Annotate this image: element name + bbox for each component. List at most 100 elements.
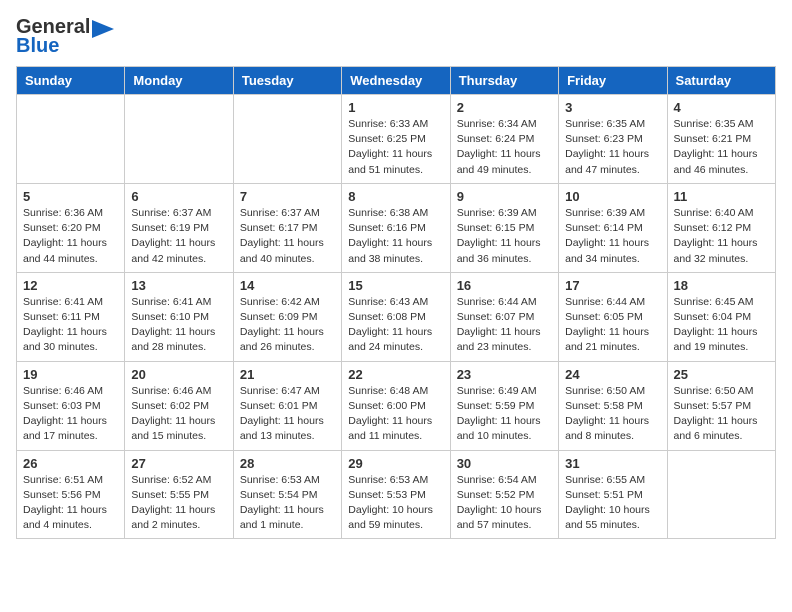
day-number: 31 bbox=[565, 456, 660, 471]
day-number: 10 bbox=[565, 189, 660, 204]
day-number: 1 bbox=[348, 100, 443, 115]
day-number: 2 bbox=[457, 100, 552, 115]
calendar-cell: 23 Sunrise: 6:49 AM Sunset: 5:59 PM Dayli… bbox=[450, 361, 558, 450]
day-info: Sunrise: 6:46 AM Sunset: 6:03 PM Dayligh… bbox=[23, 384, 118, 445]
day-info: Sunrise: 6:34 AM Sunset: 6:24 PM Dayligh… bbox=[457, 117, 552, 178]
calendar-cell: 15 Sunrise: 6:43 AM Sunset: 6:08 PM Dayli… bbox=[342, 272, 450, 361]
day-info: Sunrise: 6:47 AM Sunset: 6:01 PM Dayligh… bbox=[240, 384, 335, 445]
calendar-cell: 31 Sunrise: 6:55 AM Sunset: 5:51 PM Dayli… bbox=[559, 450, 667, 539]
day-number: 22 bbox=[348, 367, 443, 382]
calendar-cell: 19 Sunrise: 6:46 AM Sunset: 6:03 PM Dayli… bbox=[17, 361, 125, 450]
day-info: Sunrise: 6:55 AM Sunset: 5:51 PM Dayligh… bbox=[565, 473, 660, 534]
calendar-week-row: 26Sunrise: 6:51 AM Sunset: 5:56 PM Dayli… bbox=[17, 450, 776, 539]
calendar-cell: 10 Sunrise: 6:39 AM Sunset: 6:14 PM Dayli… bbox=[559, 183, 667, 272]
weekday-header-tuesday: Tuesday bbox=[233, 67, 341, 95]
calendar-cell: 5Sunrise: 6:36 AM Sunset: 6:20 PM Daylig… bbox=[17, 183, 125, 272]
day-number: 16 bbox=[457, 278, 552, 293]
day-number: 24 bbox=[565, 367, 660, 382]
day-number: 20 bbox=[131, 367, 226, 382]
day-info: Sunrise: 6:50 AM Sunset: 5:58 PM Dayligh… bbox=[565, 384, 660, 445]
day-info: Sunrise: 6:33 AM Sunset: 6:25 PM Dayligh… bbox=[348, 117, 443, 178]
day-number: 19 bbox=[23, 367, 118, 382]
calendar-cell: 30 Sunrise: 6:54 AM Sunset: 5:52 PM Dayli… bbox=[450, 450, 558, 539]
day-number: 8 bbox=[348, 189, 443, 204]
day-info: Sunrise: 6:54 AM Sunset: 5:52 PM Dayligh… bbox=[457, 473, 552, 534]
calendar-week-row: 12 Sunrise: 6:41 AM Sunset: 6:11 PM Dayli… bbox=[17, 272, 776, 361]
day-info: Sunrise: 6:36 AM Sunset: 6:20 PM Dayligh… bbox=[23, 206, 118, 267]
day-number: 18 bbox=[674, 278, 769, 293]
day-number: 29 bbox=[348, 456, 443, 471]
day-info: Sunrise: 6:46 AM Sunset: 6:02 PM Dayligh… bbox=[131, 384, 226, 445]
day-number: 9 bbox=[457, 189, 552, 204]
day-info: Sunrise: 6:43 AM Sunset: 6:08 PM Dayligh… bbox=[348, 295, 443, 356]
day-info: Sunrise: 6:35 AM Sunset: 6:23 PM Dayligh… bbox=[565, 117, 660, 178]
calendar-cell: 21 Sunrise: 6:47 AM Sunset: 6:01 PM Dayli… bbox=[233, 361, 341, 450]
calendar-week-row: 19 Sunrise: 6:46 AM Sunset: 6:03 PM Dayli… bbox=[17, 361, 776, 450]
day-info: Sunrise: 6:39 AM Sunset: 6:14 PM Dayligh… bbox=[565, 206, 660, 267]
day-number: 14 bbox=[240, 278, 335, 293]
day-number: 26 bbox=[23, 456, 118, 471]
day-number: 6 bbox=[131, 189, 226, 204]
page-header: General Blue bbox=[16, 16, 776, 58]
day-info: Sunrise: 6:45 AM Sunset: 6:04 PM Dayligh… bbox=[674, 295, 769, 356]
calendar-cell: 13 Sunrise: 6:41 AM Sunset: 6:10 PM Dayli… bbox=[125, 272, 233, 361]
day-info: Sunrise: 6:40 AM Sunset: 6:12 PM Dayligh… bbox=[674, 206, 769, 267]
weekday-header-monday: Monday bbox=[125, 67, 233, 95]
day-info: Sunrise: 6:42 AM Sunset: 6:09 PM Dayligh… bbox=[240, 295, 335, 356]
calendar-cell: 17 Sunrise: 6:44 AM Sunset: 6:05 PM Dayli… bbox=[559, 272, 667, 361]
day-number: 17 bbox=[565, 278, 660, 293]
calendar-cell: 4 Sunrise: 6:35 AM Sunset: 6:21 PM Daylig… bbox=[667, 95, 775, 184]
weekday-header-thursday: Thursday bbox=[450, 67, 558, 95]
day-number: 27 bbox=[131, 456, 226, 471]
day-info: Sunrise: 6:48 AM Sunset: 6:00 PM Dayligh… bbox=[348, 384, 443, 445]
day-number: 25 bbox=[674, 367, 769, 382]
calendar-cell: 9Sunrise: 6:39 AM Sunset: 6:15 PM Daylig… bbox=[450, 183, 558, 272]
calendar-cell: 14 Sunrise: 6:42 AM Sunset: 6:09 PM Dayli… bbox=[233, 272, 341, 361]
day-info: Sunrise: 6:37 AM Sunset: 6:19 PM Dayligh… bbox=[131, 206, 226, 267]
weekday-header-wednesday: Wednesday bbox=[342, 67, 450, 95]
logo: General Blue bbox=[16, 16, 114, 58]
calendar-cell: 6 Sunrise: 6:37 AM Sunset: 6:19 PM Daylig… bbox=[125, 183, 233, 272]
day-number: 30 bbox=[457, 456, 552, 471]
day-number: 28 bbox=[240, 456, 335, 471]
day-number: 15 bbox=[348, 278, 443, 293]
calendar-week-row: 1 Sunrise: 6:33 AM Sunset: 6:25 PM Daylig… bbox=[17, 95, 776, 184]
calendar-cell: 24 Sunrise: 6:50 AM Sunset: 5:58 PM Dayli… bbox=[559, 361, 667, 450]
calendar-cell: 22 Sunrise: 6:48 AM Sunset: 6:00 PM Dayli… bbox=[342, 361, 450, 450]
day-info: Sunrise: 6:53 AM Sunset: 5:53 PM Dayligh… bbox=[348, 473, 443, 534]
day-number: 7 bbox=[240, 189, 335, 204]
day-info: Sunrise: 6:50 AM Sunset: 5:57 PM Dayligh… bbox=[674, 384, 769, 445]
calendar-cell: 3Sunrise: 6:35 AM Sunset: 6:23 PM Daylig… bbox=[559, 95, 667, 184]
day-info: Sunrise: 6:41 AM Sunset: 6:10 PM Dayligh… bbox=[131, 295, 226, 356]
day-info: Sunrise: 6:37 AM Sunset: 6:17 PM Dayligh… bbox=[240, 206, 335, 267]
day-number: 4 bbox=[674, 100, 769, 115]
day-info: Sunrise: 6:41 AM Sunset: 6:11 PM Dayligh… bbox=[23, 295, 118, 356]
weekday-header-saturday: Saturday bbox=[667, 67, 775, 95]
day-number: 21 bbox=[240, 367, 335, 382]
calendar-cell: 25 Sunrise: 6:50 AM Sunset: 5:57 PM Dayli… bbox=[667, 361, 775, 450]
weekday-header-friday: Friday bbox=[559, 67, 667, 95]
calendar-cell: 28Sunrise: 6:53 AM Sunset: 5:54 PM Dayli… bbox=[233, 450, 341, 539]
logo-arrow-icon bbox=[92, 20, 114, 38]
day-number: 12 bbox=[23, 278, 118, 293]
day-number: 23 bbox=[457, 367, 552, 382]
calendar-cell bbox=[125, 95, 233, 184]
calendar-cell: 2 Sunrise: 6:34 AM Sunset: 6:24 PM Daylig… bbox=[450, 95, 558, 184]
day-info: Sunrise: 6:44 AM Sunset: 6:05 PM Dayligh… bbox=[565, 295, 660, 356]
day-info: Sunrise: 6:44 AM Sunset: 6:07 PM Dayligh… bbox=[457, 295, 552, 356]
weekday-header-sunday: Sunday bbox=[17, 67, 125, 95]
logo-blue: Blue bbox=[16, 35, 59, 58]
day-info: Sunrise: 6:49 AM Sunset: 5:59 PM Dayligh… bbox=[457, 384, 552, 445]
calendar-cell: 12 Sunrise: 6:41 AM Sunset: 6:11 PM Dayli… bbox=[17, 272, 125, 361]
day-info: Sunrise: 6:52 AM Sunset: 5:55 PM Dayligh… bbox=[131, 473, 226, 534]
weekday-header-row: SundayMondayTuesdayWednesdayThursdayFrid… bbox=[17, 67, 776, 95]
calendar-cell: 18 Sunrise: 6:45 AM Sunset: 6:04 PM Dayli… bbox=[667, 272, 775, 361]
calendar-cell: 8Sunrise: 6:38 AM Sunset: 6:16 PM Daylig… bbox=[342, 183, 450, 272]
calendar-cell: 27 Sunrise: 6:52 AM Sunset: 5:55 PM Dayli… bbox=[125, 450, 233, 539]
day-number: 13 bbox=[131, 278, 226, 293]
day-info: Sunrise: 6:35 AM Sunset: 6:21 PM Dayligh… bbox=[674, 117, 769, 178]
calendar-cell: 29 Sunrise: 6:53 AM Sunset: 5:53 PM Dayli… bbox=[342, 450, 450, 539]
day-number: 11 bbox=[674, 189, 769, 204]
calendar-cell: 11 Sunrise: 6:40 AM Sunset: 6:12 PM Dayli… bbox=[667, 183, 775, 272]
calendar-cell bbox=[233, 95, 341, 184]
